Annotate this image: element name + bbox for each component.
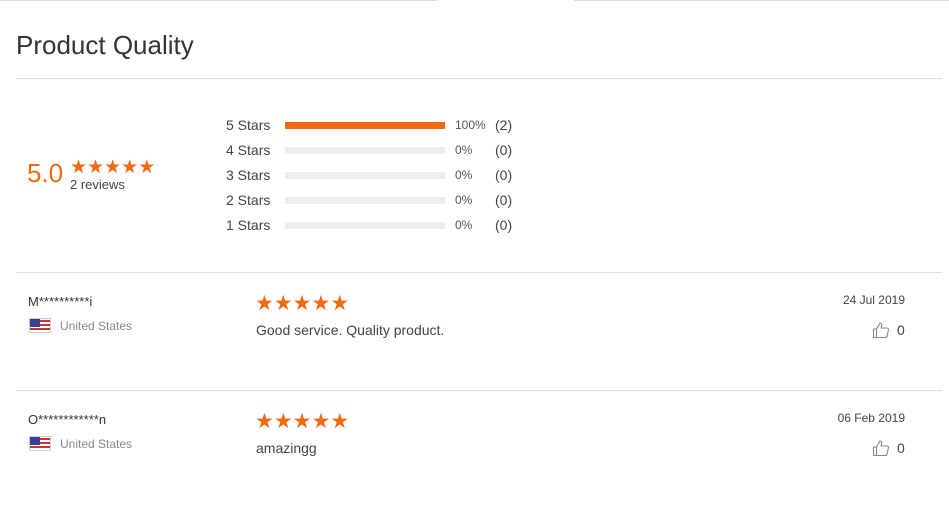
histogram-bar: [285, 196, 445, 204]
histogram-row: 5 Stars 100% (2): [226, 117, 512, 133]
histogram-row: 3 Stars 0% (0): [226, 167, 512, 183]
review-date: 06 Feb 2019: [837, 411, 905, 425]
like-button[interactable]: 0: [872, 439, 905, 457]
histogram-bar: [285, 146, 445, 154]
histogram-label: 4 Stars: [226, 142, 271, 158]
star-icon: ★: [292, 292, 312, 315]
histogram-row: 4 Stars 0% (0): [226, 142, 512, 158]
star-icon: ★: [121, 157, 139, 178]
histogram-fill: [285, 121, 445, 129]
top-divider-left: [0, 0, 437, 1]
like-button[interactable]: 0: [872, 321, 905, 339]
star-icon: ★: [292, 410, 312, 433]
star-icon: ★: [70, 157, 88, 178]
reviewer-name: M**********i: [28, 294, 93, 309]
histogram-percent: 0%: [455, 193, 473, 207]
us-flag-icon: [29, 436, 51, 451]
average-rating: 5.0: [27, 158, 64, 188]
country-label: United States: [60, 436, 133, 451]
star-icon: ★: [138, 157, 156, 178]
review-date: 24 Jul 2019: [842, 293, 905, 307]
histogram-bar: [285, 171, 445, 179]
summary-divider: [16, 272, 942, 273]
star-icon: ★: [273, 410, 293, 433]
star-icon: ★: [255, 410, 274, 433]
average-stars: ★ ★ ★ ★ ★: [70, 158, 155, 177]
review-stars: ★ ★ ★ ★ ★: [255, 411, 349, 432]
star-icon: ★: [311, 410, 331, 433]
histogram-percent: 0%: [455, 218, 473, 232]
star-icon: ★: [311, 292, 331, 315]
reviewer-name: O************n: [28, 412, 107, 427]
histogram-percent: 0%: [455, 143, 473, 157]
histogram-count: (0): [495, 192, 513, 208]
histogram-row: 2 Stars 0% (0): [226, 192, 512, 208]
histogram-bar: [285, 121, 445, 129]
histogram-count: (0): [495, 142, 513, 158]
histogram-percent: 100%: [455, 118, 486, 132]
thumbs-up-icon[interactable]: [872, 321, 890, 339]
star-icon: ★: [255, 292, 274, 315]
histogram-label: 3 Stars: [226, 167, 271, 183]
review-text: Good service. Quality product.: [256, 322, 445, 338]
star-icon: ★: [87, 157, 105, 178]
review-divider: [16, 390, 942, 391]
histogram-label: 5 Stars: [226, 117, 271, 133]
like-count: 0: [897, 440, 905, 456]
star-icon: ★: [330, 410, 350, 433]
histogram-row: 1 Stars 0% (0): [226, 217, 512, 233]
top-divider-right: [574, 0, 949, 1]
reviewer-country: United States: [29, 436, 132, 451]
thumbs-up-icon[interactable]: [872, 439, 890, 457]
star-icon: ★: [104, 157, 122, 178]
review-stars: ★ ★ ★ ★ ★: [255, 293, 349, 314]
histogram-count: (2): [495, 117, 513, 133]
reviews-count: 2 reviews: [70, 177, 125, 192]
histogram-bar: [285, 221, 445, 229]
histogram-label: 2 Stars: [226, 192, 271, 208]
histogram-percent: 0%: [455, 168, 473, 182]
title-divider: [16, 78, 942, 79]
histogram-count: (0): [495, 167, 513, 183]
star-icon: ★: [273, 292, 293, 315]
review-text: amazingg: [256, 440, 317, 456]
country-label: United States: [60, 318, 133, 333]
histogram-count: (0): [495, 217, 513, 233]
star-icon: ★: [330, 292, 350, 315]
like-count: 0: [897, 322, 905, 338]
us-flag-icon: [29, 318, 51, 333]
section-title: Product Quality: [16, 30, 194, 60]
reviewer-country: United States: [29, 318, 132, 333]
histogram-label: 1 Stars: [226, 217, 271, 233]
